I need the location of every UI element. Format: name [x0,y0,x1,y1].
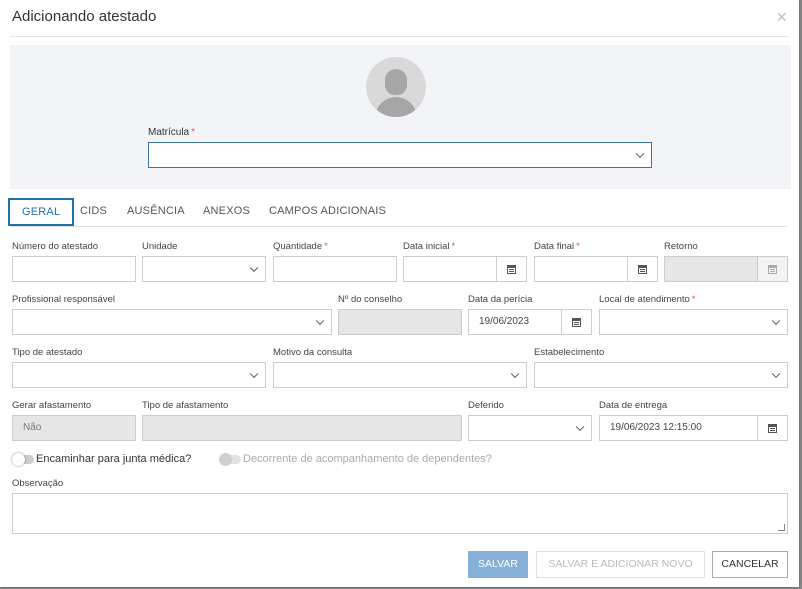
dialog-title: Adicionando atestado [12,8,157,25]
avatar [366,57,426,117]
dependentes-label: Decorrente de acompanhamento de dependen… [243,453,492,465]
save-button[interactable]: SALVAR [468,551,528,578]
tipo-atestado-label: Tipo de atestado [12,347,83,358]
calendar-icon [572,318,581,327]
employee-panel: Matrícula * [10,45,791,189]
tipo-atestado-select[interactable] [12,362,266,388]
tab-cids[interactable]: CIDS [80,198,107,224]
dependentes-toggle [219,453,241,466]
close-icon[interactable]: × [776,8,787,26]
data-final-label: Data final * [534,241,580,252]
matricula-select[interactable] [148,142,652,168]
chevron-down-icon [635,149,645,159]
retorno-input [664,256,758,282]
chevron-down-icon [771,369,781,379]
estabelecimento-label: Estabelecimento [534,347,605,358]
observacao-label: Observação [12,478,64,489]
numero-atestado-input[interactable] [12,256,136,282]
profissional-select[interactable] [12,309,332,335]
tab-anexos[interactable]: ANEXOS [203,198,250,224]
data-inicial-calendar-button[interactable] [496,256,527,282]
observacao-textarea[interactable] [12,493,788,534]
data-entrega-calendar-button[interactable] [757,415,788,441]
tab-geral[interactable]: GERAL [8,198,75,226]
motivo-consulta-select[interactable] [273,362,527,388]
data-final-input[interactable] [534,256,628,282]
quantidade-label: Quantidade * [273,241,328,252]
unidade-select[interactable] [142,256,266,282]
tab-ausencia[interactable]: AUSÊNCIA [127,198,185,224]
retorno-calendar-button [757,256,788,282]
save-and-add-new-button: SALVAR E ADICIONAR NOVO [536,551,705,578]
user-silhouette-icon [385,69,407,95]
deferido-select[interactable] [468,415,592,441]
deferido-label: Deferido [468,400,504,411]
resize-handle-icon[interactable] [778,524,785,531]
data-pericia-calendar-button[interactable] [561,309,592,335]
data-entrega-label: Data de entrega [599,400,668,411]
chevron-down-icon [315,316,325,326]
chevron-down-icon [575,422,585,432]
gerar-afastamento-input: Não [12,415,136,441]
chevron-down-icon [249,263,259,273]
estabelecimento-select[interactable] [534,362,788,388]
tab-campos-adicionais[interactable]: CAMPOS ADICIONAIS [269,198,386,224]
calendar-icon [507,265,516,274]
matricula-label: Matrícula * [148,127,196,138]
junta-medica-toggle[interactable] [12,453,34,466]
calendar-icon [768,265,777,274]
chevron-down-icon [510,369,520,379]
calendar-icon [638,265,647,274]
local-atendimento-label: Local de atendimento * [599,294,696,305]
tipo-afastamento-input [142,415,462,441]
n-conselho-input [338,309,462,335]
quantidade-input[interactable] [273,256,397,282]
unidade-label: Unidade [142,241,178,252]
retorno-label: Retorno [664,241,698,252]
data-final-calendar-button[interactable] [627,256,658,282]
data-inicial-input[interactable] [403,256,497,282]
tipo-afastamento-label: Tipo de afastamento [142,400,229,411]
cancel-button[interactable]: CANCELAR [712,551,788,578]
chevron-down-icon [771,316,781,326]
data-inicial-label: Data inicial * [403,241,456,252]
profissional-label: Profissional responsável [12,294,115,305]
header-divider [10,36,789,37]
data-entrega-input[interactable]: 19/06/2023 12:15:00 [599,415,758,441]
n-conselho-label: Nº do conselho [338,294,403,305]
numero-atestado-label: Número do atestado [12,241,99,252]
gerar-afastamento-label: Gerar afastamento [12,400,92,411]
add-certificate-dialog: Adicionando atestado × Matrícula * GERAL … [0,0,799,587]
motivo-consulta-label: Motivo da consulta [273,347,353,358]
data-pericia-input[interactable]: 19/06/2023 [468,309,562,335]
chevron-down-icon [249,369,259,379]
calendar-icon [768,424,777,433]
data-pericia-label: Data da perícia [468,294,533,305]
junta-medica-label: Encaminhar para junta médica? [36,453,192,465]
tab-bar: GERAL CIDS AUSÊNCIA ANEXOS CAMPOS ADICIO… [8,198,787,227]
local-atendimento-select[interactable] [599,309,788,335]
